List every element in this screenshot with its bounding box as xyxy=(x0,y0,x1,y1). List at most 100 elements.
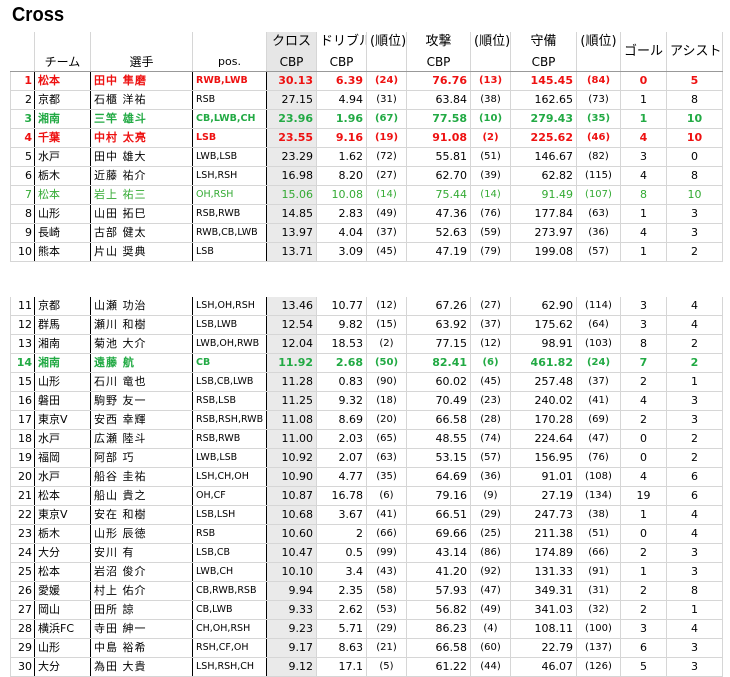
player-cell: 田所 諒 xyxy=(90,600,193,620)
cross-cbp-cell: 16.98 xyxy=(266,166,317,186)
dribble-rank-cell: (90) xyxy=(366,372,407,392)
header-team xyxy=(34,32,91,52)
table-row: 29 山形 中島 裕希 RSH,CF,OH 9.17 8.63 (21) 66.58 (60) 2… xyxy=(10,638,723,658)
defense-cbp-cell: 91.01 xyxy=(510,467,577,487)
table-row: 25 松本 岩沼 俊介 LWB,CH 10.10 3.4 (43) 41.20 (92) 131.… xyxy=(10,562,723,582)
goal-cell: 1 xyxy=(620,204,667,224)
rank-cell: 3 xyxy=(10,109,35,129)
team-cell: 山形 xyxy=(34,204,91,224)
dribble-rank-cell: (41) xyxy=(366,505,407,525)
dribble-cbp-cell: 2.62 xyxy=(316,600,367,620)
team-cell: 長崎 xyxy=(34,223,91,243)
position-cell: LSH,OH,RSH xyxy=(192,297,267,316)
team-cell: 水戸 xyxy=(34,429,91,449)
position-cell: LWB,CH xyxy=(192,562,267,582)
header-row: クロス ドリブル (順位) 攻撃 (順位) 守備 (順位) ゴール アシスト xyxy=(10,32,723,72)
defense-rank-cell: (64) xyxy=(576,315,621,335)
defense-cbp-cell: 27.19 xyxy=(510,486,577,506)
dribble-rank-cell: (58) xyxy=(366,581,407,601)
position-cell: LSB,CB,LWB xyxy=(192,372,267,392)
cross-cbp-cell: 11.92 xyxy=(266,353,317,373)
rank-cell: 14 xyxy=(10,353,35,373)
defense-rank-cell: (32) xyxy=(576,600,621,620)
dribble-rank-cell: (53) xyxy=(366,600,407,620)
defense-rank-cell: (134) xyxy=(576,486,621,506)
cross-cbp-cell: 13.71 xyxy=(266,242,317,262)
team-cell: 水戸 xyxy=(34,147,91,167)
header-rank xyxy=(10,32,35,52)
rank-cell: 4 xyxy=(10,128,35,148)
position-cell: LSB xyxy=(192,242,267,262)
player-cell: 田中 雄大 xyxy=(90,147,193,167)
player-cell: 山田 拓巳 xyxy=(90,204,193,224)
dribble-rank-cell: (18) xyxy=(366,391,407,411)
assist-cell: 2 xyxy=(666,429,723,449)
assist-cell: 3 xyxy=(666,204,723,224)
attack-cbp-cell: 55.81 xyxy=(406,147,471,167)
assist-cell: 2 xyxy=(666,242,723,262)
rank-cell: 10 xyxy=(10,242,35,262)
rank-cell: 21 xyxy=(10,486,35,506)
position-cell: RSB xyxy=(192,524,267,544)
dribble-cbp-cell: 2.03 xyxy=(316,429,367,449)
goal-cell: 2 xyxy=(620,581,667,601)
position-cell: CH,OH,RSH xyxy=(192,619,267,639)
dribble-rank-cell: (5) xyxy=(366,657,407,677)
team-cell: 水戸 xyxy=(34,467,91,487)
position-cell: RSH,CF,OH xyxy=(192,638,267,658)
header-dribble-rank: (順位) xyxy=(366,32,407,52)
cross-cbp-cell: 23.29 xyxy=(266,147,317,167)
assist-cell: 3 xyxy=(666,223,723,243)
position-cell: RSB,RSH,RWB xyxy=(192,410,267,430)
defense-cbp-cell: 257.48 xyxy=(510,372,577,392)
goal-cell: 1 xyxy=(620,562,667,582)
attack-rank-cell: (27) xyxy=(470,297,511,316)
table-row: 6 栃木 近藤 祐介 LSH,RSH 16.98 8.20 (27) 62.70 (39) 62.… xyxy=(10,166,723,186)
cross-cbp-cell: 9.23 xyxy=(266,619,317,639)
position-cell: RWB,CB,LWB xyxy=(192,223,267,243)
table-row: 26 愛媛 村上 佑介 CB,RWB,RSB 9.94 2.35 (58) 57.93 (47)… xyxy=(10,581,723,601)
assist-cell: 8 xyxy=(666,166,723,186)
defense-rank-cell: (82) xyxy=(576,147,621,167)
defense-cbp-cell: 174.89 xyxy=(510,543,577,563)
attack-rank-cell: (59) xyxy=(470,223,511,243)
cross-cbp-cell: 13.97 xyxy=(266,223,317,243)
position-cell: LSH,CH,OH xyxy=(192,467,267,487)
goal-cell: 3 xyxy=(620,297,667,316)
team-cell: 山形 xyxy=(34,638,91,658)
team-cell: 京都 xyxy=(34,90,91,110)
table-row: 3 湘南 三竿 雄斗 CB,LWB,CH 23.96 1.96 (67) 77.58 (10) 2… xyxy=(10,109,723,129)
assist-cell: 0 xyxy=(666,147,723,167)
team-cell: 湘南 xyxy=(34,353,91,373)
table-row: 20 水戸 船谷 圭祐 LSH,CH,OH 10.90 4.77 (35) 64.69 (36)… xyxy=(10,467,723,487)
table-row: 7 松本 岩上 祐三 OH,RSH 15.06 10.08 (14) 75.44 (14) 91.… xyxy=(10,185,723,205)
table-row: 18 水戸 広瀬 陸斗 RSB,RWB 11.00 2.03 (65) 48.55 (74) 22… xyxy=(10,429,723,449)
player-cell: 山瀬 功治 xyxy=(90,297,193,316)
position-cell: CB,LWB xyxy=(192,600,267,620)
attack-cbp-cell: 82.41 xyxy=(406,353,471,373)
table-row: 24 大分 安川 有 LSB,CB 10.47 0.5 (99) 43.14 (86) 174.8… xyxy=(10,543,723,563)
defense-rank-cell: (38) xyxy=(576,505,621,525)
rank-cell: 6 xyxy=(10,166,35,186)
dribble-rank-cell: (50) xyxy=(366,353,407,373)
assist-cell: 4 xyxy=(666,315,723,335)
dribble-cbp-cell: 8.69 xyxy=(316,410,367,430)
attack-cbp-cell: 75.44 xyxy=(406,185,471,205)
assist-cell: 4 xyxy=(666,505,723,525)
cross-cbp-cell: 9.33 xyxy=(266,600,317,620)
attack-cbp-cell: 70.49 xyxy=(406,391,471,411)
attack-cbp-cell: 53.15 xyxy=(406,448,471,468)
assist-cell: 1 xyxy=(666,600,723,620)
table-row: 30 大分 為田 大貴 LSH,RSH,CH 9.12 17.1 (5) 61.22 (44) 4… xyxy=(10,657,723,677)
attack-rank-cell: (23) xyxy=(470,391,511,411)
dribble-cbp-cell: 6.39 xyxy=(316,71,367,91)
header-row-2: チーム 選手 pos. CBP CBP CBP CBP xyxy=(10,52,723,72)
attack-rank-cell: (51) xyxy=(470,147,511,167)
team-cell: 栃木 xyxy=(34,524,91,544)
defense-cbp-cell: 145.45 xyxy=(510,71,577,91)
rank-cell: 17 xyxy=(10,410,35,430)
attack-cbp-cell: 48.55 xyxy=(406,429,471,449)
position-cell: OH,CF xyxy=(192,486,267,506)
attack-rank-cell: (28) xyxy=(470,410,511,430)
attack-cbp-cell: 79.16 xyxy=(406,486,471,506)
